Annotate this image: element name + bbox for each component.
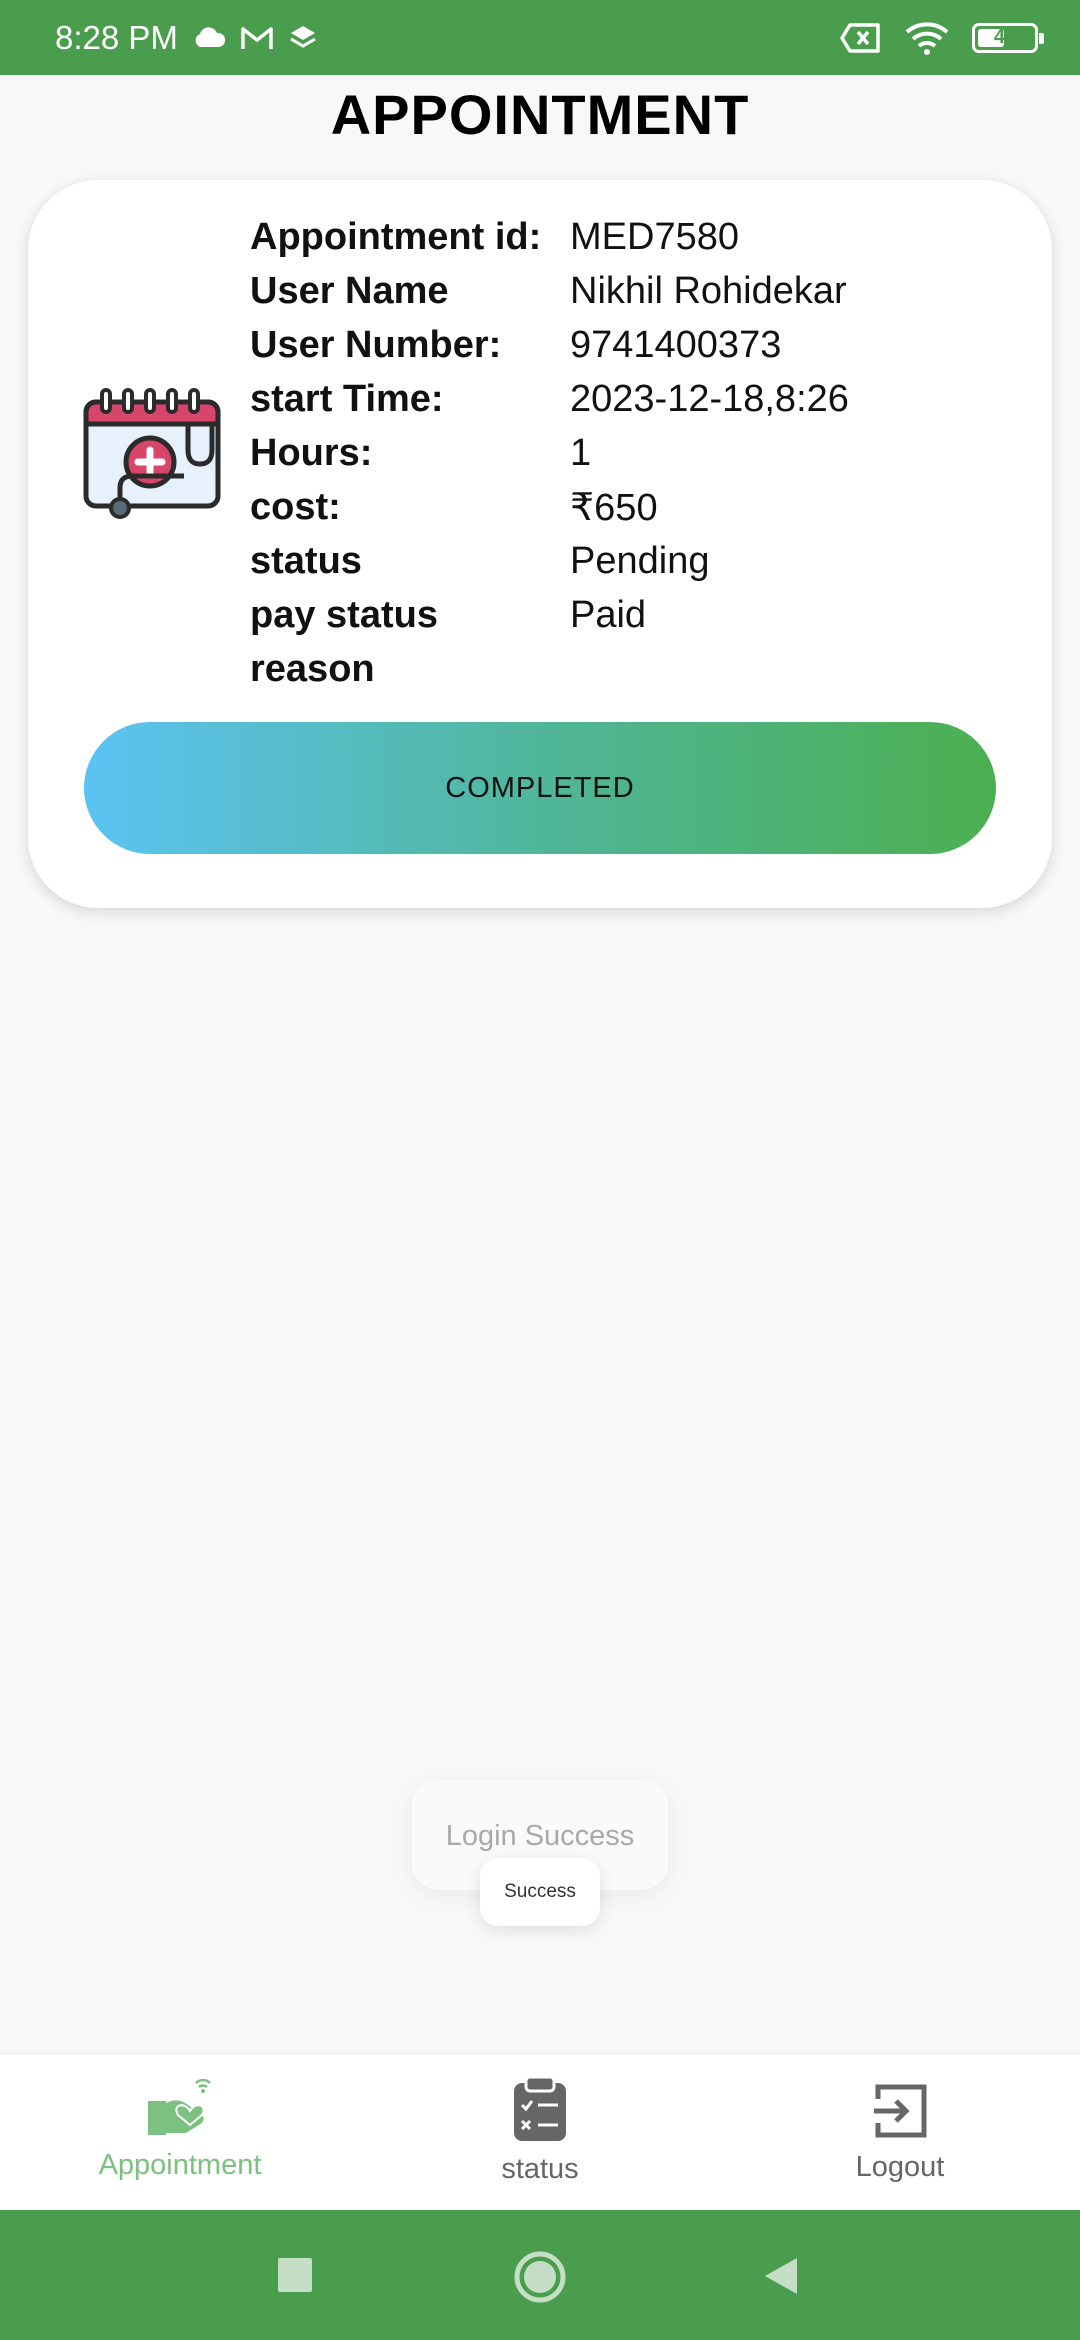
detail-value: ₹650 (570, 486, 658, 529)
clipboard-checklist-icon (514, 2075, 566, 2141)
detail-label: start Time: (250, 377, 444, 420)
logout-icon (874, 2084, 927, 2138)
success-toast: Success (480, 1858, 600, 1926)
detail-value: 9741400373 (570, 323, 782, 366)
detail-value: Pending (570, 539, 710, 582)
appointment-details: Appointment id: MED7580 User Name Nikhil… (250, 210, 849, 696)
nav-item-logout[interactable]: Logout (750, 2055, 1050, 2210)
detail-label: cost: (250, 485, 341, 528)
battery-icon: 41 (972, 22, 1044, 53)
status-bar: 8:28 PM 41 (0, 0, 1080, 75)
detail-row-user-name: User Name Nikhil Rohidekar (250, 264, 849, 318)
sim-off-icon (840, 22, 880, 53)
home-icon[interactable] (513, 2250, 567, 2304)
medical-calendar-icon (83, 388, 221, 519)
detail-label: Hours: (250, 431, 373, 474)
layers-icon (290, 25, 316, 48)
detail-row-user-number: User Number: 9741400373 (250, 318, 849, 372)
detail-value: MED7580 (570, 215, 739, 258)
detail-row-start-time: start Time: 2023-12-18,8:26 (250, 372, 849, 426)
nav-label: status (501, 2153, 579, 2185)
page-title: APPOINTMENT (330, 83, 750, 146)
detail-label: User Number: (250, 323, 502, 366)
detail-row-pay-status: pay status Paid (250, 588, 849, 642)
detail-label: pay status (250, 593, 438, 636)
nav-label: Appointment (98, 2149, 262, 2181)
nav-item-appointment[interactable]: Appointment (30, 2055, 330, 2210)
bottom-nav: Appointment status Logout (0, 2055, 1080, 2210)
cloud-icon (195, 26, 225, 47)
recents-icon[interactable] (278, 2258, 312, 2292)
detail-label: User Name (250, 269, 449, 312)
detail-label: status (250, 539, 362, 582)
detail-row-appointment-id: Appointment id: MED7580 (250, 210, 849, 264)
detail-row-hours: Hours: 1 (250, 426, 849, 480)
detail-row-cost: cost: ₹650 (250, 480, 849, 534)
detail-value: 2023-12-18,8:26 (570, 377, 849, 420)
detail-label: reason (250, 647, 375, 690)
detail-value: Nikhil Rohidekar (570, 269, 847, 312)
detail-row-reason: reason (250, 642, 849, 696)
completed-button[interactable]: COMPLETED (84, 722, 996, 854)
nav-item-status[interactable]: status (390, 2055, 690, 2210)
status-bar-left: 8:28 PM (55, 19, 318, 57)
system-nav-bar (0, 2210, 1080, 2340)
clock: 8:28 PM (55, 18, 178, 56)
battery-level: 41 (993, 26, 1017, 48)
back-icon[interactable] (763, 2256, 799, 2296)
wifi-icon (905, 21, 949, 55)
nav-label: Logout (855, 2151, 945, 2183)
appointment-card: Appointment id: MED7580 User Name Nikhil… (28, 180, 1052, 908)
gmail-icon (241, 26, 273, 49)
detail-row-status: status Pending (250, 534, 849, 588)
detail-value: Paid (570, 593, 647, 636)
status-bar-right: 41 (840, 21, 1044, 55)
detail-value: 1 (570, 431, 592, 474)
detail-label: Appointment id: (250, 215, 542, 258)
heart-hand-icon (148, 2078, 211, 2135)
